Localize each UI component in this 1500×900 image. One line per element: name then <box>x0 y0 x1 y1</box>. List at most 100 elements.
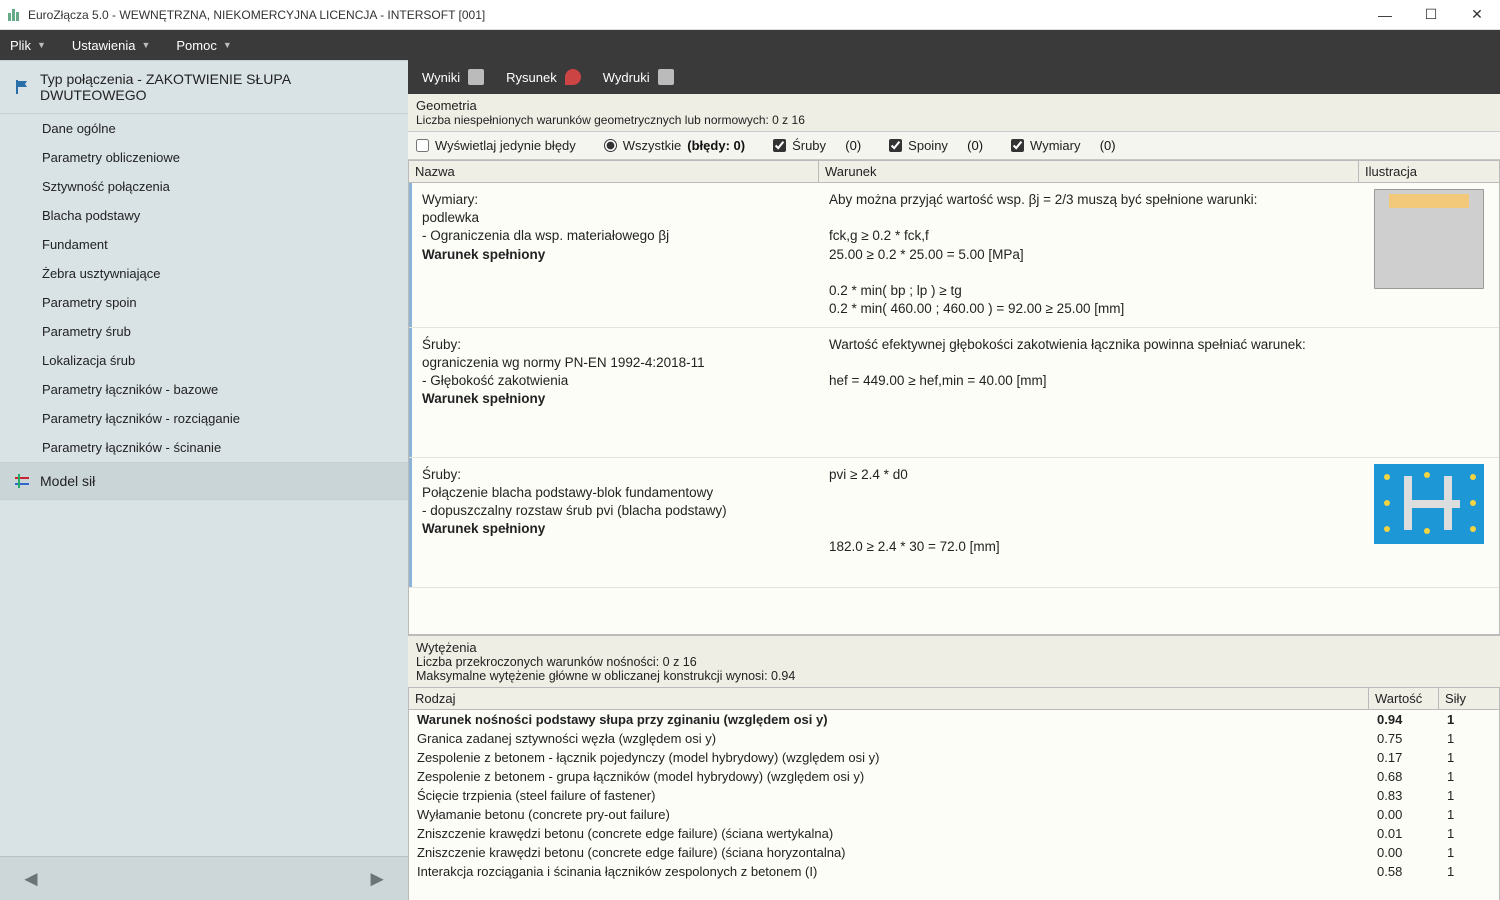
forces-icon <box>14 473 30 489</box>
wyt-wartosc: 0.00 <box>1369 806 1439 823</box>
geom-row: Śruby:ograniczenia wg normy PN-EN 1992-4… <box>409 328 1499 458</box>
wyt-row[interactable]: Granica zadanej sztywności węzła (względ… <box>409 729 1499 748</box>
wyt-sily: 1 <box>1439 711 1499 728</box>
wyt-rodzaj: Wyłamanie betonu (concrete pry-out failu… <box>409 806 1369 823</box>
wytezenia-grid-body[interactable]: Warunek nośności podstawy słupa przy zgi… <box>408 710 1500 900</box>
col-nazwa[interactable]: Nazwa <box>409 161 819 182</box>
geometria-subtitle: Liczba niespełnionych warunków geometryc… <box>416 113 1492 127</box>
wyt-rodzaj: Zniszczenie krawędzi betonu (concrete ed… <box>409 825 1369 842</box>
wytezenia-grid-header: Rodzaj Wartość Siły <box>408 687 1500 710</box>
wyt-row[interactable]: Interakcja rozciągania i ścinania łączni… <box>409 862 1499 881</box>
wyt-rodzaj: Granica zadanej sztywności węzła (względ… <box>409 730 1369 747</box>
filter-errors-only[interactable]: Wyświetlaj jedynie błędy <box>416 138 576 153</box>
sidebar-item-2[interactable]: Sztywność połączenia <box>0 172 408 201</box>
geom-warunek: Aby można przyjąć wartość wsp. βj = 2/3 … <box>819 183 1359 327</box>
sidebar-item-1[interactable]: Parametry obliczeniowe <box>0 143 408 172</box>
sidebar: Typ połączenia - ZAKOTWIENIE SŁUPA DWUTE… <box>0 60 408 900</box>
filter-sruby[interactable]: Śruby (0) <box>773 138 861 153</box>
wyt-row[interactable]: Zespolenie z betonem - grupa łączników (… <box>409 767 1499 786</box>
filter-spoiny[interactable]: Spoiny (0) <box>889 138 983 153</box>
menu-pomoc[interactable]: Pomoc▼ <box>176 38 231 53</box>
wyt-wartosc: 0.94 <box>1369 711 1439 728</box>
wyt-sily: 1 <box>1439 768 1499 785</box>
wyt-sily: 1 <box>1439 863 1499 880</box>
geom-warunek: pvi ≥ 2.4 * d0 182.0 ≥ 2.4 * 30 = 72.0 [… <box>819 458 1359 587</box>
app-icon <box>6 7 22 23</box>
sidebar-section-connection-type[interactable]: Typ połączenia - ZAKOTWIENIE SŁUPA DWUTE… <box>0 60 408 114</box>
toolbar-wydruki[interactable]: Wydruki <box>603 69 674 85</box>
wytezenia-header: Wytężenia Liczba przekroczonych warunków… <box>408 635 1500 687</box>
chevron-down-icon: ▼ <box>141 40 150 50</box>
geometria-heading: Geometria <box>416 98 1492 113</box>
wyt-row[interactable]: Warunek nośności podstawy słupa przy zgi… <box>409 710 1499 729</box>
minimize-button[interactable]: — <box>1362 0 1408 30</box>
col-warunek[interactable]: Warunek <box>819 161 1359 182</box>
col-rodzaj[interactable]: Rodzaj <box>409 688 1369 709</box>
wyt-rodzaj: Ścięcie trzpienia (steel failure of fast… <box>409 787 1369 804</box>
chevron-down-icon: ▼ <box>223 40 232 50</box>
content-toolbar: Wyniki Rysunek Wydruki <box>408 60 1500 94</box>
geom-nazwa: Wymiary:podlewka- Ograniczenia dla wsp. … <box>409 183 819 327</box>
wyt-wartosc: 0.01 <box>1369 825 1439 842</box>
filter-wymiary[interactable]: Wymiary (0) <box>1011 138 1116 153</box>
sidebar-section-label: Typ połączenia - ZAKOTWIENIE SŁUPA DWUTE… <box>40 71 394 103</box>
wyt-sily: 1 <box>1439 806 1499 823</box>
sidebar-item-3[interactable]: Blacha podstawy <box>0 201 408 230</box>
content-area: Wyniki Rysunek Wydruki Geometria Liczba … <box>408 60 1500 900</box>
maximize-button[interactable]: ☐ <box>1408 0 1454 30</box>
close-button[interactable]: ✕ <box>1454 0 1500 30</box>
geom-row: Wymiary:podlewka- Ograniczenia dla wsp. … <box>409 183 1499 328</box>
geom-row: Śruby:Połączenie blacha podstawy-blok fu… <box>409 458 1499 588</box>
geom-ilustracja <box>1359 328 1499 457</box>
sidebar-item-0[interactable]: Dane ogólne <box>0 114 408 143</box>
sidebar-item-8[interactable]: Lokalizacja śrub <box>0 346 408 375</box>
wyt-sily: 1 <box>1439 825 1499 842</box>
wyt-row[interactable]: Zniszczenie krawędzi betonu (concrete ed… <box>409 824 1499 843</box>
col-sily[interactable]: Siły <box>1439 688 1499 709</box>
sidebar-section-label: Model sił <box>40 473 95 489</box>
geometria-grid-body[interactable]: Wymiary:podlewka- Ograniczenia dla wsp. … <box>408 183 1500 635</box>
col-wartosc[interactable]: Wartość <box>1369 688 1439 709</box>
sidebar-item-10[interactable]: Parametry łączników - rozciąganie <box>0 404 408 433</box>
nav-prev-button[interactable]: ◄ <box>20 866 42 892</box>
geom-ilustracja <box>1359 183 1499 327</box>
filter-wszystkie[interactable]: Wszystkie (błędy: 0) <box>604 138 745 153</box>
sidebar-item-6[interactable]: Parametry spoin <box>0 288 408 317</box>
sidebar-item-9[interactable]: Parametry łączników - bazowe <box>0 375 408 404</box>
wyt-wartosc: 0.17 <box>1369 749 1439 766</box>
geometria-header: Geometria Liczba niespełnionych warunków… <box>408 94 1500 132</box>
sidebar-item-5[interactable]: Żebra usztywniające <box>0 259 408 288</box>
wyt-rodzaj: Zniszczenie krawędzi betonu (concrete ed… <box>409 844 1369 861</box>
geom-ilustracja <box>1359 458 1499 587</box>
menu-plik[interactable]: Plik▼ <box>10 38 46 53</box>
wyt-wartosc: 0.00 <box>1369 844 1439 861</box>
wyt-row[interactable]: Zniszczenie krawędzi betonu (concrete ed… <box>409 843 1499 862</box>
wyt-row[interactable]: Ścięcie trzpienia (steel failure of fast… <box>409 786 1499 805</box>
wyt-wartosc: 0.75 <box>1369 730 1439 747</box>
flag-icon <box>14 79 30 95</box>
wytezenia-heading: Wytężenia <box>416 640 1492 655</box>
wyt-row[interactable]: Wyłamanie betonu (concrete pry-out failu… <box>409 805 1499 824</box>
nav-next-button[interactable]: ► <box>366 866 388 892</box>
sidebar-footer-nav: ◄ ► <box>0 856 408 900</box>
wyt-rodzaj: Zespolenie z betonem - grupa łączników (… <box>409 768 1369 785</box>
menu-ustawienia[interactable]: Ustawienia▼ <box>72 38 151 53</box>
wyt-sily: 1 <box>1439 730 1499 747</box>
sidebar-item-4[interactable]: Fundament <box>0 230 408 259</box>
sidebar-item-7[interactable]: Parametry śrub <box>0 317 408 346</box>
geometria-grid-header: Nazwa Warunek Ilustracja <box>408 160 1500 183</box>
print-icon <box>658 69 674 85</box>
geometria-filters: Wyświetlaj jedynie błędy Wszystkie (błęd… <box>408 132 1500 160</box>
menu-bar: Plik▼ Ustawienia▼ Pomoc▼ <box>0 30 1500 60</box>
toolbar-wyniki[interactable]: Wyniki <box>422 69 484 85</box>
wyt-row[interactable]: Zespolenie z betonem - łącznik pojedyncz… <box>409 748 1499 767</box>
drawing-icon <box>565 69 581 85</box>
col-ilustracja[interactable]: Ilustracja <box>1359 161 1499 182</box>
sidebar-item-11[interactable]: Parametry łączników - ścinanie <box>0 433 408 462</box>
sidebar-section-model-sil[interactable]: Model sił <box>0 462 408 500</box>
wyt-sily: 1 <box>1439 787 1499 804</box>
wyt-rodzaj: Interakcja rozciągania i ścinania łączni… <box>409 863 1369 880</box>
wyt-wartosc: 0.83 <box>1369 787 1439 804</box>
chevron-down-icon: ▼ <box>37 40 46 50</box>
toolbar-rysunek[interactable]: Rysunek <box>506 69 581 85</box>
